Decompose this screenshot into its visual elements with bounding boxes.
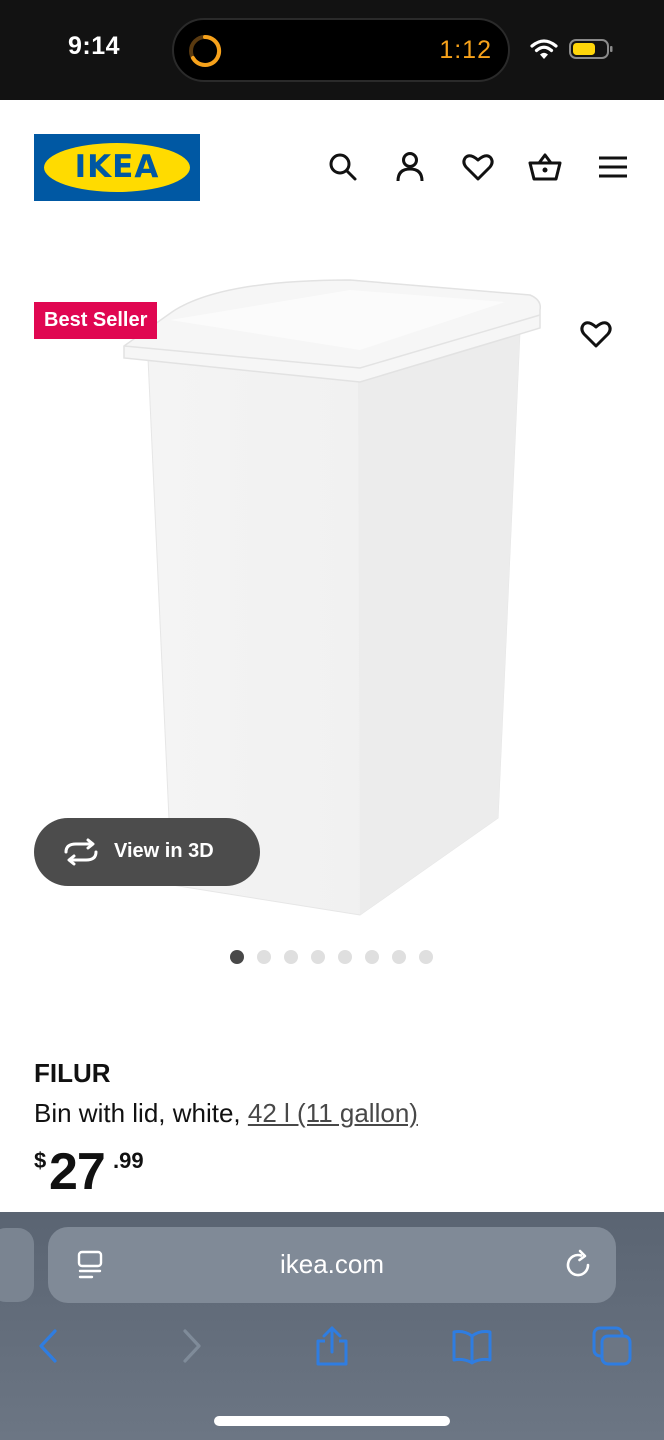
- timer-icon: [189, 34, 222, 67]
- status-time: 9:14: [68, 32, 121, 60]
- carousel-dot[interactable]: [392, 950, 406, 964]
- address-bar[interactable]: ikea.com: [48, 1227, 616, 1303]
- carousel-dot[interactable]: [311, 950, 325, 964]
- carousel-dot[interactable]: [419, 950, 433, 964]
- tabs-icon[interactable]: [592, 1326, 632, 1366]
- back-icon[interactable]: [28, 1326, 68, 1366]
- logo-text: IKEA: [74, 149, 160, 185]
- url-text: ikea.com: [279, 1249, 385, 1279]
- timer-readout: 1:12: [439, 36, 492, 64]
- carousel-dot[interactable]: [257, 950, 271, 964]
- save-to-favorites-button[interactable]: [578, 316, 614, 352]
- product-description-text: Bin with lid, white,: [34, 1098, 248, 1128]
- view-in-3d-label: View in 3D: [114, 840, 214, 862]
- bookmarks-icon[interactable]: [452, 1326, 492, 1366]
- carousel-dot[interactable]: [338, 950, 352, 964]
- carousel-dot[interactable]: [230, 950, 244, 964]
- price-integer: 27: [49, 1143, 106, 1201]
- home-indicator[interactable]: [214, 1416, 450, 1426]
- ikea-product-page: 9:14 1:12 IKEA Best Seller View in 3D FI…: [0, 0, 664, 1440]
- menu-button[interactable]: [596, 150, 630, 184]
- account-button[interactable]: [393, 150, 427, 184]
- product-description: Bin with lid, white, 42 l (11 gallon): [34, 1098, 418, 1129]
- shopping-basket-icon: [528, 153, 562, 181]
- carousel-dot[interactable]: [284, 950, 298, 964]
- search-icon: [329, 153, 357, 181]
- carousel-dot[interactable]: [365, 950, 379, 964]
- product-size-link[interactable]: 42 l (11 gallon): [248, 1098, 418, 1128]
- price-decimal: .99: [113, 1148, 144, 1173]
- best-seller-badge: Best Seller: [34, 302, 158, 339]
- favorites-button[interactable]: [461, 150, 495, 184]
- price-currency: $: [34, 1148, 47, 1173]
- image-carousel-pagination: [230, 950, 433, 964]
- site-header: IKEA: [0, 100, 664, 230]
- wifi-icon: [530, 39, 558, 59]
- search-button[interactable]: [326, 150, 360, 184]
- product-name: FILUR: [34, 1058, 111, 1088]
- browser-toolbar: ikea.com: [0, 1212, 664, 1440]
- account-icon: [396, 152, 424, 182]
- battery-icon: [569, 39, 613, 59]
- ikea-logo[interactable]: IKEA: [34, 134, 200, 201]
- view-in-3d-button[interactable]: View in 3D: [34, 818, 260, 886]
- forward-icon[interactable]: [172, 1326, 212, 1366]
- cart-button[interactable]: [528, 150, 562, 184]
- hamburger-menu-icon: [599, 156, 627, 178]
- reload-icon[interactable]: [564, 1249, 594, 1281]
- heart-icon: [462, 154, 494, 181]
- dynamic-island[interactable]: 1:12: [172, 18, 510, 82]
- share-icon[interactable]: [312, 1326, 352, 1366]
- previous-tab-preview[interactable]: [0, 1228, 34, 1302]
- heart-icon: [580, 321, 612, 348]
- rotate-3d-icon: [64, 838, 98, 866]
- status-bar: 9:14 1:12: [0, 0, 664, 100]
